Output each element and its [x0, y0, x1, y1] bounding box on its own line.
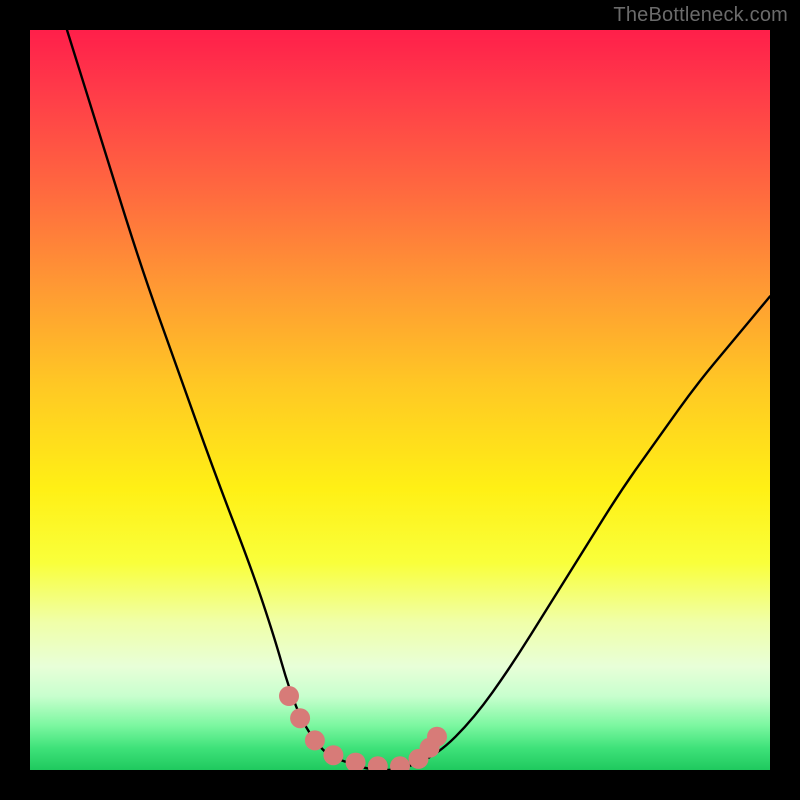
floor-marker	[305, 730, 325, 750]
watermark-text: TheBottleneck.com	[613, 4, 788, 27]
floor-marker	[279, 686, 299, 706]
floor-marker	[323, 745, 343, 765]
bottleneck-curve	[67, 30, 770, 770]
floor-marker	[427, 727, 447, 747]
floor-marker	[390, 756, 410, 770]
floor-marker	[346, 753, 366, 770]
floor-markers	[279, 686, 447, 770]
floor-marker	[290, 708, 310, 728]
chart-frame: TheBottleneck.com	[0, 0, 800, 800]
curve-layer	[30, 30, 770, 770]
plot-area	[30, 30, 770, 770]
floor-marker	[368, 756, 388, 770]
